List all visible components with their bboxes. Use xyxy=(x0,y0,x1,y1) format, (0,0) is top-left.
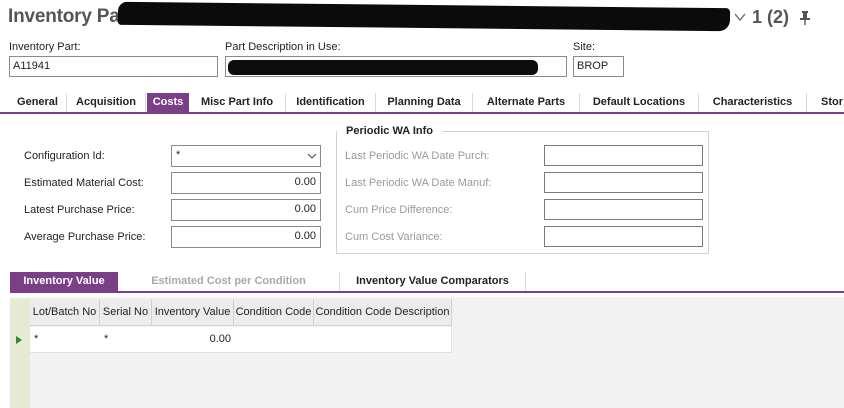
tab-planning-data[interactable]: Planning Data xyxy=(376,93,473,112)
inventory-part-field[interactable]: A11941 xyxy=(9,56,218,77)
column-header-condition-code[interactable]: Condition Code xyxy=(234,299,314,325)
tab-alternate-parts[interactable]: Alternate Parts xyxy=(473,93,580,112)
redacted-description-text xyxy=(228,60,538,75)
last-periodic-wa-date-purch-label: Last Periodic WA Date Purch: xyxy=(345,150,490,162)
configuration-id-value: * xyxy=(176,149,181,161)
tab-inventory-value[interactable]: Inventory Value xyxy=(10,272,118,291)
tab-storage[interactable]: Stor xyxy=(807,93,844,112)
part-description-label: Part Description in Use: xyxy=(225,41,341,53)
column-header-inventory-value[interactable]: Inventory Value xyxy=(152,299,234,325)
main-tab-bar: General Acquisition Costs Misc Part Info… xyxy=(0,93,844,114)
cum-price-difference-field[interactable] xyxy=(544,199,703,220)
record-counter: 1 (2) xyxy=(752,7,790,27)
tab-characteristics[interactable]: Characteristics xyxy=(699,93,807,112)
column-header-serial-no[interactable]: Serial No xyxy=(100,299,152,325)
current-row-arrow-icon xyxy=(16,336,22,344)
estimated-material-cost-label: Estimated Material Cost: xyxy=(24,177,144,189)
chevron-down-icon[interactable] xyxy=(734,11,746,23)
column-header-condition-code-description[interactable]: Condition Code Description xyxy=(314,299,452,325)
cum-cost-variance-field[interactable] xyxy=(544,226,703,247)
lower-tab-bar: Inventory Value Estimated Cost per Condi… xyxy=(10,272,844,293)
average-purchase-price-field[interactable]: 0.00 xyxy=(171,226,321,248)
configuration-id-select[interactable]: * xyxy=(171,145,321,167)
last-periodic-wa-date-purch-field[interactable] xyxy=(544,145,703,166)
table-row[interactable]: * * 0.00 xyxy=(30,327,452,353)
configuration-id-label: Configuration Id: xyxy=(24,150,105,162)
grid-row-gutter xyxy=(10,299,30,408)
page-title: Inventory Part xyxy=(8,6,133,27)
tab-general[interactable]: General xyxy=(9,93,67,112)
cum-price-difference-label: Cum Price Difference: xyxy=(345,204,453,216)
tab-estimated-cost-per-condition: Estimated Cost per Condition xyxy=(118,272,340,291)
cell-inventory-value[interactable]: 0.00 xyxy=(152,327,231,352)
pin-icon[interactable] xyxy=(798,10,812,26)
site-field[interactable]: BROP xyxy=(573,56,624,77)
average-purchase-price-label: Average Purchase Price: xyxy=(24,231,146,243)
inventory-part-label: Inventory Part: xyxy=(9,41,81,53)
tab-default-locations[interactable]: Default Locations xyxy=(580,93,699,112)
group-divider xyxy=(442,131,709,132)
chevron-down-icon xyxy=(307,153,317,159)
redacted-title-text xyxy=(117,1,731,32)
column-header-lot-batch-no[interactable]: Lot/Batch No xyxy=(30,299,100,325)
tab-acquisition[interactable]: Acquisition xyxy=(67,93,146,112)
last-periodic-wa-date-manuf-label: Last Periodic WA Date Manuf: xyxy=(345,177,492,189)
estimated-material-cost-field[interactable]: 0.00 xyxy=(171,172,321,194)
tab-inventory-value-comparators[interactable]: Inventory Value Comparators xyxy=(340,272,526,291)
tab-identification[interactable]: Identification xyxy=(286,93,376,112)
tab-misc-part-info[interactable]: Misc Part Info xyxy=(189,93,286,112)
latest-purchase-price-field[interactable]: 0.00 xyxy=(171,199,321,221)
cell-lot-batch-no[interactable]: * xyxy=(34,327,38,352)
last-periodic-wa-date-manuf-field[interactable] xyxy=(544,172,703,193)
site-label: Site: xyxy=(573,41,596,53)
cell-serial-no[interactable]: * xyxy=(104,327,108,352)
latest-purchase-price-label: Latest Purchase Price: xyxy=(24,204,135,216)
cum-cost-variance-label: Cum Cost Variance: xyxy=(345,231,443,243)
periodic-wa-title: Periodic WA Info xyxy=(344,125,435,137)
tab-costs[interactable]: Costs xyxy=(147,93,189,112)
grid-header: Lot/Batch No Serial No Inventory Value C… xyxy=(30,299,452,326)
